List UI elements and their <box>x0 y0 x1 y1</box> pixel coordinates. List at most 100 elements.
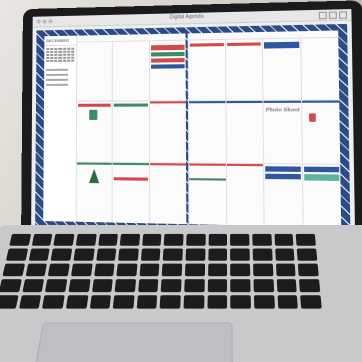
keyboard-key[interactable] <box>162 264 182 277</box>
keyboard-key[interactable] <box>276 264 296 277</box>
keyboard-key[interactable] <box>9 234 30 246</box>
planner-left-page[interactable]: DECEMBER <box>43 33 186 224</box>
event-block[interactable] <box>151 52 185 57</box>
keyboard-key[interactable] <box>208 249 227 261</box>
event-block[interactable] <box>151 64 185 69</box>
mini-calendar-day[interactable] <box>46 57 49 59</box>
keyboard-key[interactable] <box>208 279 228 292</box>
mini-calendar-day[interactable] <box>46 51 49 53</box>
keyboard-key[interactable] <box>186 234 205 246</box>
keyboard-key[interactable] <box>253 264 273 277</box>
mini-calendar-day[interactable] <box>55 54 58 56</box>
day-cell[interactable] <box>76 41 112 101</box>
keyboard-key[interactable] <box>231 249 250 261</box>
mini-calendar-day[interactable] <box>67 60 70 62</box>
keyboard-key[interactable] <box>68 279 90 292</box>
mini-calendar-day[interactable] <box>71 60 74 62</box>
pen-tool-icon[interactable] <box>319 12 327 20</box>
keyboard-key[interactable] <box>31 234 52 246</box>
keyboard-key[interactable] <box>275 249 295 261</box>
keyboard-key[interactable] <box>2 264 24 277</box>
mini-calendar-day[interactable] <box>50 48 53 50</box>
keyboard-key[interactable] <box>208 264 228 277</box>
event-bar[interactable] <box>114 177 148 181</box>
keyboard-key[interactable] <box>184 295 205 308</box>
mini-calendar-day[interactable] <box>55 51 58 53</box>
keyboard-key[interactable] <box>274 234 294 246</box>
mini-calendar-day[interactable] <box>55 48 58 50</box>
keyboard-key[interactable] <box>252 234 271 246</box>
keyboard[interactable] <box>0 234 322 309</box>
keyboard-key[interactable] <box>113 295 135 308</box>
day-cell[interactable] <box>188 100 225 162</box>
keyboard-key[interactable] <box>208 234 227 246</box>
keyboard-key[interactable] <box>0 279 21 292</box>
day-cell[interactable] <box>188 39 225 101</box>
event-block[interactable] <box>151 58 185 63</box>
day-cell[interactable] <box>149 40 186 101</box>
keyboard-key[interactable] <box>253 249 273 261</box>
keyboard-key[interactable] <box>22 279 44 292</box>
mini-calendar-day[interactable] <box>59 48 62 50</box>
mini-calendar-day[interactable] <box>67 54 70 56</box>
keyboard-key[interactable] <box>230 234 249 246</box>
mini-calendar-day[interactable] <box>63 57 66 59</box>
mini-calendar-day[interactable] <box>50 51 53 53</box>
keyboard-key[interactable] <box>164 234 184 246</box>
mini-calendar-day[interactable] <box>59 60 62 62</box>
mini-calendar-day[interactable] <box>46 48 49 50</box>
keyboard-key[interactable] <box>161 279 182 292</box>
keyboard-key[interactable] <box>138 279 159 292</box>
mini-calendar-day[interactable] <box>63 54 66 56</box>
keyboard-key[interactable] <box>115 279 136 292</box>
keyboard-key[interactable] <box>142 234 162 246</box>
keyboard-key[interactable] <box>0 295 18 308</box>
event-bar[interactable] <box>227 42 261 46</box>
event-block[interactable] <box>304 166 340 172</box>
keyboard-key[interactable] <box>92 279 113 292</box>
keyboard-key[interactable] <box>25 264 47 277</box>
day-cell[interactable] <box>300 100 340 164</box>
mini-calendar-day[interactable] <box>67 48 70 50</box>
keyboard-key[interactable] <box>94 264 115 277</box>
day-cell[interactable] <box>224 38 262 100</box>
keyboard-key[interactable] <box>98 234 118 246</box>
keyboard-key[interactable] <box>185 264 205 277</box>
mini-calendar-day[interactable] <box>59 51 62 53</box>
keyboard-key[interactable] <box>89 295 111 308</box>
event-block[interactable] <box>265 173 300 179</box>
mini-calendar-day[interactable] <box>50 60 53 62</box>
day-cell[interactable] <box>301 163 341 228</box>
keyboard-key[interactable] <box>186 249 206 261</box>
day-cell[interactable] <box>112 101 149 162</box>
day-cell[interactable] <box>225 100 263 163</box>
day-cell[interactable] <box>262 38 301 101</box>
mini-calendar-day[interactable] <box>71 57 74 59</box>
keyboard-key[interactable] <box>19 295 42 308</box>
keyboard-key[interactable] <box>6 249 28 261</box>
keyboard-key[interactable] <box>137 295 158 308</box>
mini-calendar-day[interactable] <box>54 60 57 62</box>
event-block[interactable] <box>264 42 299 49</box>
day-cell[interactable] <box>263 163 302 227</box>
keyboard-key[interactable] <box>184 279 204 292</box>
day-cell[interactable] <box>188 162 226 225</box>
day-cell[interactable] <box>225 162 263 225</box>
keyboard-key[interactable] <box>299 279 320 292</box>
keyboard-key[interactable] <box>160 295 181 308</box>
event-block[interactable] <box>265 166 300 172</box>
keyboard-key[interactable] <box>296 234 316 246</box>
keyboard-key[interactable] <box>73 249 94 261</box>
keyboard-key[interactable] <box>28 249 50 261</box>
event-bar[interactable] <box>114 104 147 107</box>
keyboard-key[interactable] <box>254 279 274 292</box>
mini-calendar-day[interactable] <box>63 60 66 62</box>
day-cell[interactable] <box>149 101 186 163</box>
event-bar[interactable] <box>190 43 224 47</box>
keyboard-key[interactable] <box>297 249 317 261</box>
keyboard-key[interactable] <box>42 295 64 308</box>
day-cell[interactable] <box>300 37 340 100</box>
keyboard-key[interactable] <box>276 279 297 292</box>
mini-calendar-day[interactable] <box>71 54 74 56</box>
event-block[interactable] <box>151 45 185 51</box>
